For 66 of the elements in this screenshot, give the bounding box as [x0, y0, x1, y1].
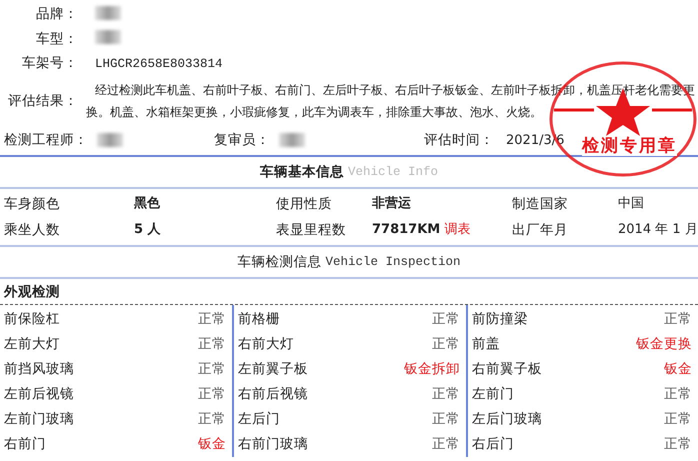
part-status: 正常 [432, 410, 460, 428]
part-status: 正常 [432, 385, 460, 403]
info-label: 车身颜色 [4, 194, 61, 214]
part-name: 右后门 [472, 435, 514, 453]
part-status: 正常 [432, 435, 460, 453]
part-status: 正常 [198, 310, 226, 328]
redacted-block [95, 6, 121, 20]
redacted-block [97, 133, 123, 147]
part-name: 左前翼子板 [238, 360, 308, 378]
part-name: 左后门玻璃 [472, 410, 542, 428]
redacted-block [95, 30, 121, 44]
part-status: 正常 [198, 360, 226, 378]
section-title: 车辆基本信息 [260, 162, 344, 180]
field-label: 品牌： [35, 5, 79, 24]
part-status: 钣金 [664, 360, 692, 378]
part-name: 左前大灯 [4, 335, 60, 353]
part-status: 钣金拆卸 [404, 360, 460, 378]
part-name: 右前门玻璃 [238, 435, 308, 453]
part-status: 正常 [664, 310, 692, 328]
part-name: 左前后视镜 [4, 385, 74, 403]
field-value: LHGCR2658E8033814 [94, 56, 224, 71]
part-status: 正常 [664, 410, 692, 428]
part-name: 右前门 [4, 435, 46, 453]
part-status: 正常 [432, 310, 460, 328]
part-status: 钣金 [198, 435, 226, 453]
part-status: 正常 [198, 385, 226, 403]
info-value: 中国 [618, 194, 645, 212]
info-label: 制造国家 [512, 194, 569, 214]
field-label: 检测工程师： [4, 131, 88, 149]
part-name: 左前门玻璃 [4, 410, 74, 428]
part-name: 右前后视镜 [238, 385, 308, 403]
seal-text: 检测专用章 [582, 136, 677, 156]
info-value: 5 人 [134, 220, 162, 238]
part-name: 前盖 [472, 335, 500, 353]
part-status: 钣金更换 [636, 335, 692, 353]
info-value: 2014 年 1 月 [618, 220, 698, 238]
info-value: 非营运 [372, 194, 412, 212]
info-label: 乘坐人数 [4, 220, 61, 240]
redacted-block [279, 133, 305, 147]
section-subtitle: Vehicle Info [348, 164, 438, 178]
part-name: 前挡风玻璃 [4, 360, 74, 378]
part-status: 正常 [432, 335, 460, 353]
info-label: 使用性质 [276, 194, 333, 214]
info-label: 出厂年月 [512, 220, 569, 240]
part-status: 正常 [198, 335, 226, 353]
field-label: 车架号： [21, 54, 79, 72]
part-status: 正常 [664, 385, 692, 403]
part-name: 左前门 [472, 385, 514, 403]
field-label: 车型： [35, 30, 79, 48]
part-name: 右前翼子板 [472, 360, 542, 378]
section-heading: 外观检测 [0, 278, 698, 304]
part-status: 正常 [198, 410, 226, 428]
field-label: 评估结果： [7, 92, 79, 110]
info-value: 黑色 [134, 194, 161, 212]
part-name: 左后门 [238, 410, 280, 428]
section-title: 车辆检测信息 [237, 252, 322, 270]
field-label: 复审员： [214, 131, 270, 149]
part-name: 前保险杠 [4, 310, 60, 328]
info-value: 77817KM 调表 [372, 220, 472, 238]
section-subtitle: Vehicle Inspection [325, 254, 461, 268]
part-status: 正常 [664, 435, 692, 453]
part-name: 前防撞梁 [472, 310, 528, 328]
info-label: 表显里程数 [276, 220, 347, 240]
part-name: 前格栅 [238, 310, 280, 328]
part-name: 右前大灯 [238, 335, 294, 353]
field-label: 评估时间： [424, 131, 494, 149]
